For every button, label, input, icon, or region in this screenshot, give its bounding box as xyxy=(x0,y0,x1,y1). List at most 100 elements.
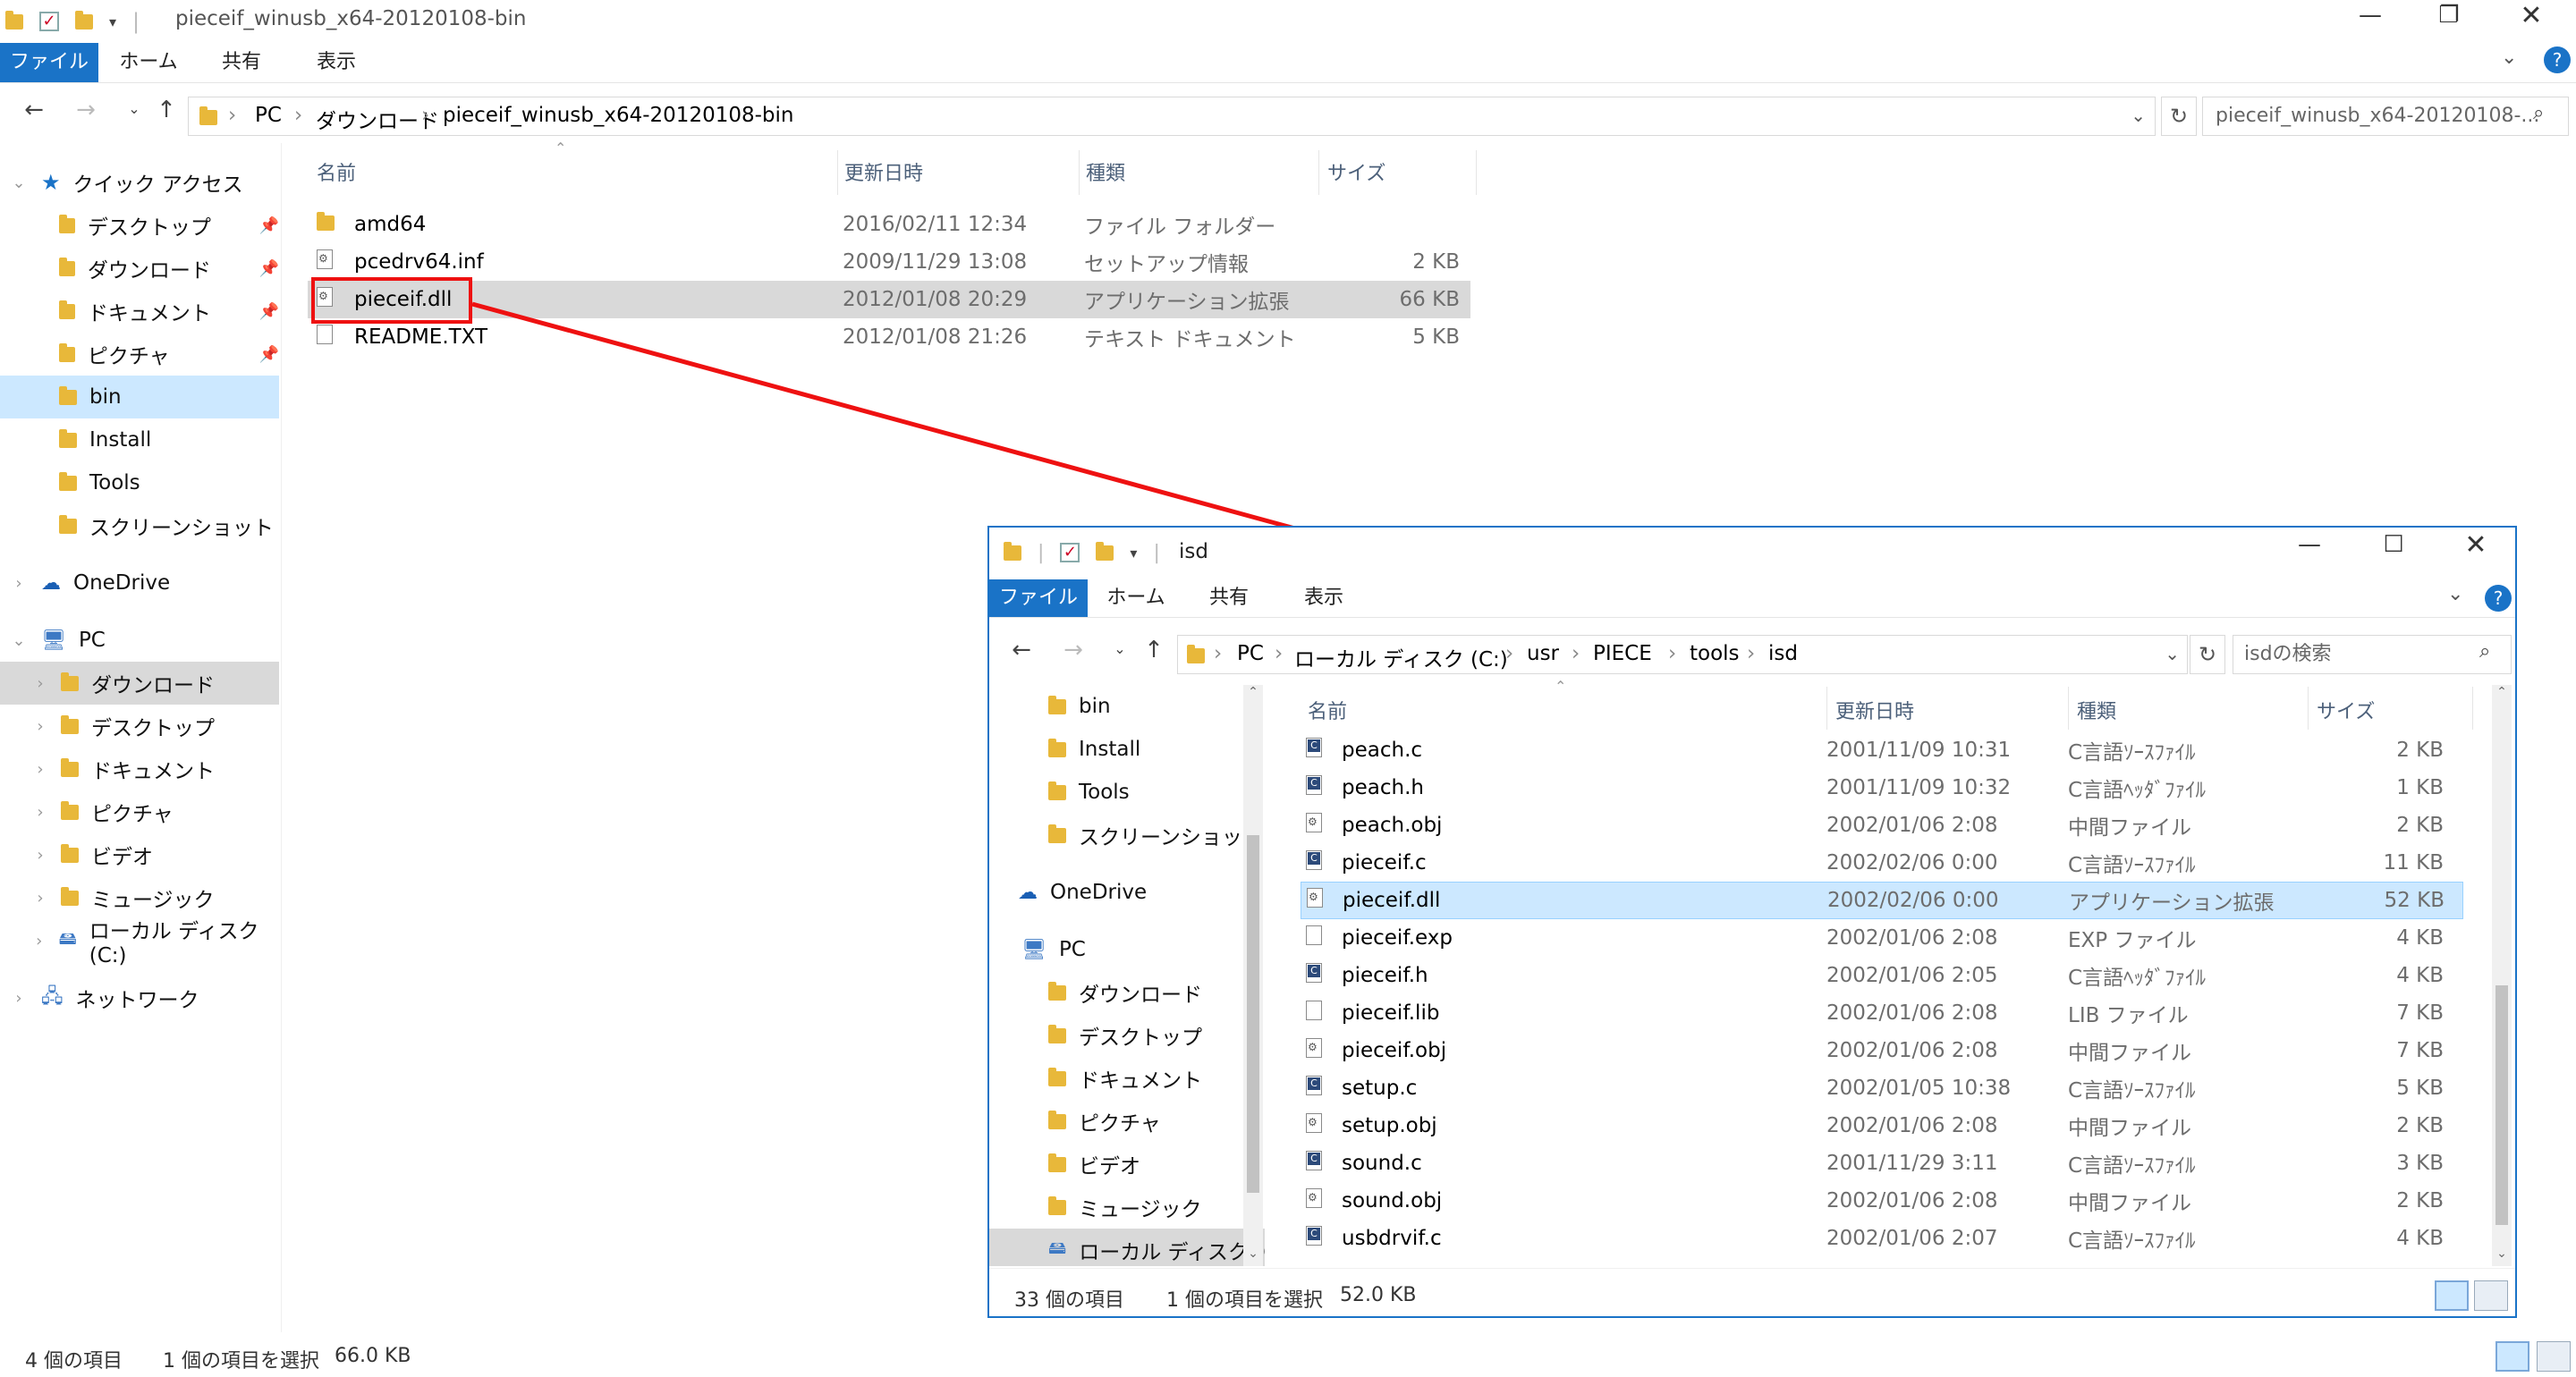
close-icon[interactable]: ✕ xyxy=(2496,0,2567,31)
chevron-right-icon[interactable]: › xyxy=(30,760,50,779)
large-icons-view-icon[interactable] xyxy=(2537,1341,2571,1372)
file-row[interactable]: peach.h 2001/11/09 10:32 C言語ﾍｯﾀﾞﾌｧｲﾙ 1 KB xyxy=(1301,769,2463,807)
file-list-scrollbar[interactable]: ⌃ ⌄ xyxy=(2492,685,2512,1266)
column-header-type[interactable]: 種類 xyxy=(2077,696,2116,724)
refresh-icon[interactable]: ↻ xyxy=(2161,97,2197,136)
file-row[interactable]: pieceif.h 2002/01/06 2:05 C言語ﾍｯﾀﾞﾌｧｲﾙ 4 KB xyxy=(1301,957,2463,994)
chevron-right-icon[interactable]: › xyxy=(30,846,50,865)
tab-view[interactable]: 表示 xyxy=(1288,579,1360,617)
customize-dropdown-icon[interactable]: ▾ xyxy=(1130,545,1137,562)
tab-share[interactable]: 共有 xyxy=(1193,579,1265,617)
tree-pc-documents[interactable]: › ドキュメント xyxy=(0,748,279,790)
ribbon-expand-icon[interactable]: ⌄ xyxy=(2447,583,2463,605)
chevron-right-icon[interactable]: › xyxy=(9,989,29,1008)
breadcrumb-current-folder[interactable]: pieceif_winusb_x64-20120108-bin xyxy=(443,104,793,127)
breadcrumb-pc[interactable]: PC xyxy=(255,104,282,127)
chevron-right-icon[interactable]: › xyxy=(30,717,50,736)
breadcrumb-tools[interactable]: tools xyxy=(1690,642,1740,665)
tree-pc-documents[interactable]: ドキュメント xyxy=(989,1057,1265,1100)
forward-icon[interactable]: → xyxy=(68,97,104,123)
ribbon-expand-icon[interactable]: ⌄ xyxy=(2501,46,2517,69)
column-header-type[interactable]: 種類 xyxy=(1086,157,1125,186)
tree-pc-pictures[interactable]: ピクチャ xyxy=(989,1100,1265,1143)
file-row[interactable]: setup.c 2002/01/05 10:38 C言語ｿｰｽﾌｧｲﾙ 5 KB xyxy=(1301,1069,2463,1107)
scroll-down-icon[interactable]: ⌄ xyxy=(2492,1246,2512,1261)
file-row[interactable]: usbdrvif.c 2002/01/06 2:07 C言語ｿｰｽﾌｧｲﾙ 4 KB xyxy=(1301,1220,2463,1257)
tree-item-install[interactable]: Install xyxy=(989,728,1265,771)
folder-icon[interactable] xyxy=(1004,541,1021,561)
tab-home[interactable]: ホーム xyxy=(1100,579,1172,617)
search-input[interactable]: pieceif_winusb_x64-20120108-... xyxy=(2202,97,2569,136)
back-icon[interactable]: ← xyxy=(16,97,52,123)
tree-pc-downloads[interactable]: › ダウンロード xyxy=(0,662,279,705)
column-header-date[interactable]: 更新日時 xyxy=(1835,696,1914,724)
properties-check-icon[interactable]: ✓ xyxy=(1060,543,1080,562)
tree-pc-videos[interactable]: › ビデオ xyxy=(0,833,279,876)
tab-file[interactable]: ファイル xyxy=(989,579,1088,617)
chevron-down-icon[interactable]: ⌄ xyxy=(9,173,29,192)
folder-icon[interactable] xyxy=(5,10,23,30)
tree-item-screenshots[interactable]: スクリーンショット xyxy=(0,504,279,547)
chevron-right-icon[interactable]: › xyxy=(9,574,29,593)
file-row[interactable]: peach.obj 2002/01/06 2:08 中間ファイル 2 KB xyxy=(1301,807,2463,844)
tree-pc-music[interactable]: › ミュージック xyxy=(0,876,279,919)
tree-item-desktop[interactable]: デスクトップ 📌 xyxy=(0,204,279,247)
tree-item-install[interactable]: Install xyxy=(0,418,279,461)
minimize-icon[interactable]: — xyxy=(2334,2,2406,29)
file-row[interactable]: setup.obj 2002/01/06 2:08 中間ファイル 2 KB xyxy=(1301,1107,2463,1145)
tree-item-bin[interactable]: bin xyxy=(0,376,279,418)
tree-pc-videos[interactable]: ビデオ xyxy=(989,1143,1265,1186)
refresh-icon[interactable]: ↻ xyxy=(2190,635,2225,674)
new-folder-icon[interactable] xyxy=(1096,541,1114,561)
tree-pc-pictures[interactable]: › ピクチャ xyxy=(0,790,279,833)
nav-scrollbar[interactable]: ⌃ ⌄ xyxy=(1243,685,1263,1266)
tree-pc-local-disk[interactable]: › 🖴 ローカル ディスク (C:) xyxy=(0,919,279,967)
tree-item-pictures[interactable]: ピクチャ 📌 xyxy=(0,333,279,376)
scroll-up-icon[interactable]: ⌃ xyxy=(1243,685,1263,699)
properties-check-icon[interactable]: ✓ xyxy=(39,12,59,31)
file-row[interactable]: pieceif.lib 2002/01/06 2:08 LIB ファイル 7 KB xyxy=(1301,994,2463,1032)
back-icon[interactable]: ← xyxy=(1004,637,1039,663)
file-row-selected[interactable]: pieceif.dll 2012/01/08 20:29 アプリケーション拡張 … xyxy=(308,281,1470,318)
tree-pc[interactable]: ⌄ 🖥 PC xyxy=(0,619,279,662)
chevron-right-icon[interactable]: › xyxy=(30,803,50,822)
tree-item-documents[interactable]: ドキュメント 📌 xyxy=(0,290,279,333)
search-icon[interactable]: ⌕ xyxy=(2479,640,2490,663)
file-row[interactable]: sound.c 2001/11/29 3:11 C言語ｿｰｽﾌｧｲﾙ 3 KB xyxy=(1301,1145,2463,1182)
help-icon[interactable]: ? xyxy=(2544,46,2571,73)
column-header-size[interactable]: サイズ xyxy=(2317,696,2375,724)
recent-dropdown-icon[interactable]: ⌄ xyxy=(123,100,145,117)
breadcrumb-pc[interactable]: PC xyxy=(1237,642,1264,665)
chevron-right-icon[interactable]: › xyxy=(30,932,48,950)
file-list-scroll-thumb[interactable] xyxy=(2496,985,2508,1225)
tab-view[interactable]: 表示 xyxy=(301,43,372,82)
chevron-down-icon[interactable]: ⌄ xyxy=(9,631,29,650)
column-header-size[interactable]: サイズ xyxy=(1327,157,1385,186)
scroll-up-icon[interactable]: ⌃ xyxy=(2492,685,2512,699)
nav-scroll-thumb[interactable] xyxy=(1247,835,1259,1193)
tree-pc-music[interactable]: ミュージック xyxy=(989,1186,1265,1229)
breadcrumb-current-folder[interactable]: isd xyxy=(1768,642,1798,665)
file-row[interactable]: pcedrv64.inf 2009/11/29 13:08 セットアップ情報 2… xyxy=(308,243,1470,281)
tab-file[interactable]: ファイル xyxy=(0,43,98,82)
address-dropdown-icon[interactable]: ⌄ xyxy=(2165,643,2180,664)
breadcrumb-local-disk[interactable]: ローカル ディスク (C:) xyxy=(1294,642,1508,672)
tree-pc-local-disk[interactable]: 🖴 ローカル ディスク (C: xyxy=(989,1229,1265,1266)
tree-item-screenshots[interactable]: スクリーンショット xyxy=(989,814,1265,857)
tree-pc-downloads[interactable]: ダウンロード xyxy=(989,971,1265,1014)
chevron-right-icon[interactable]: › xyxy=(30,674,50,693)
new-folder-icon[interactable] xyxy=(75,10,93,30)
breadcrumb-piece[interactable]: PIECE xyxy=(1593,642,1652,665)
up-icon[interactable]: ↑ xyxy=(1136,637,1172,663)
tab-share[interactable]: 共有 xyxy=(206,43,277,82)
tree-item-downloads[interactable]: ダウンロード 📌 xyxy=(0,247,279,290)
address-dropdown-icon[interactable]: ⌄ xyxy=(2131,105,2146,126)
minimize-icon[interactable]: — xyxy=(2274,531,2345,558)
column-header-name[interactable]: 名前 xyxy=(1308,696,1347,724)
details-view-icon[interactable] xyxy=(2496,1341,2529,1372)
recent-dropdown-icon[interactable]: ⌄ xyxy=(1109,640,1131,657)
large-icons-view-icon[interactable] xyxy=(2474,1280,2508,1311)
tab-home[interactable]: ホーム xyxy=(113,43,184,82)
search-input[interactable]: isdの検索 xyxy=(2233,635,2512,674)
tree-pc[interactable]: 🖥 PC xyxy=(989,928,1265,971)
